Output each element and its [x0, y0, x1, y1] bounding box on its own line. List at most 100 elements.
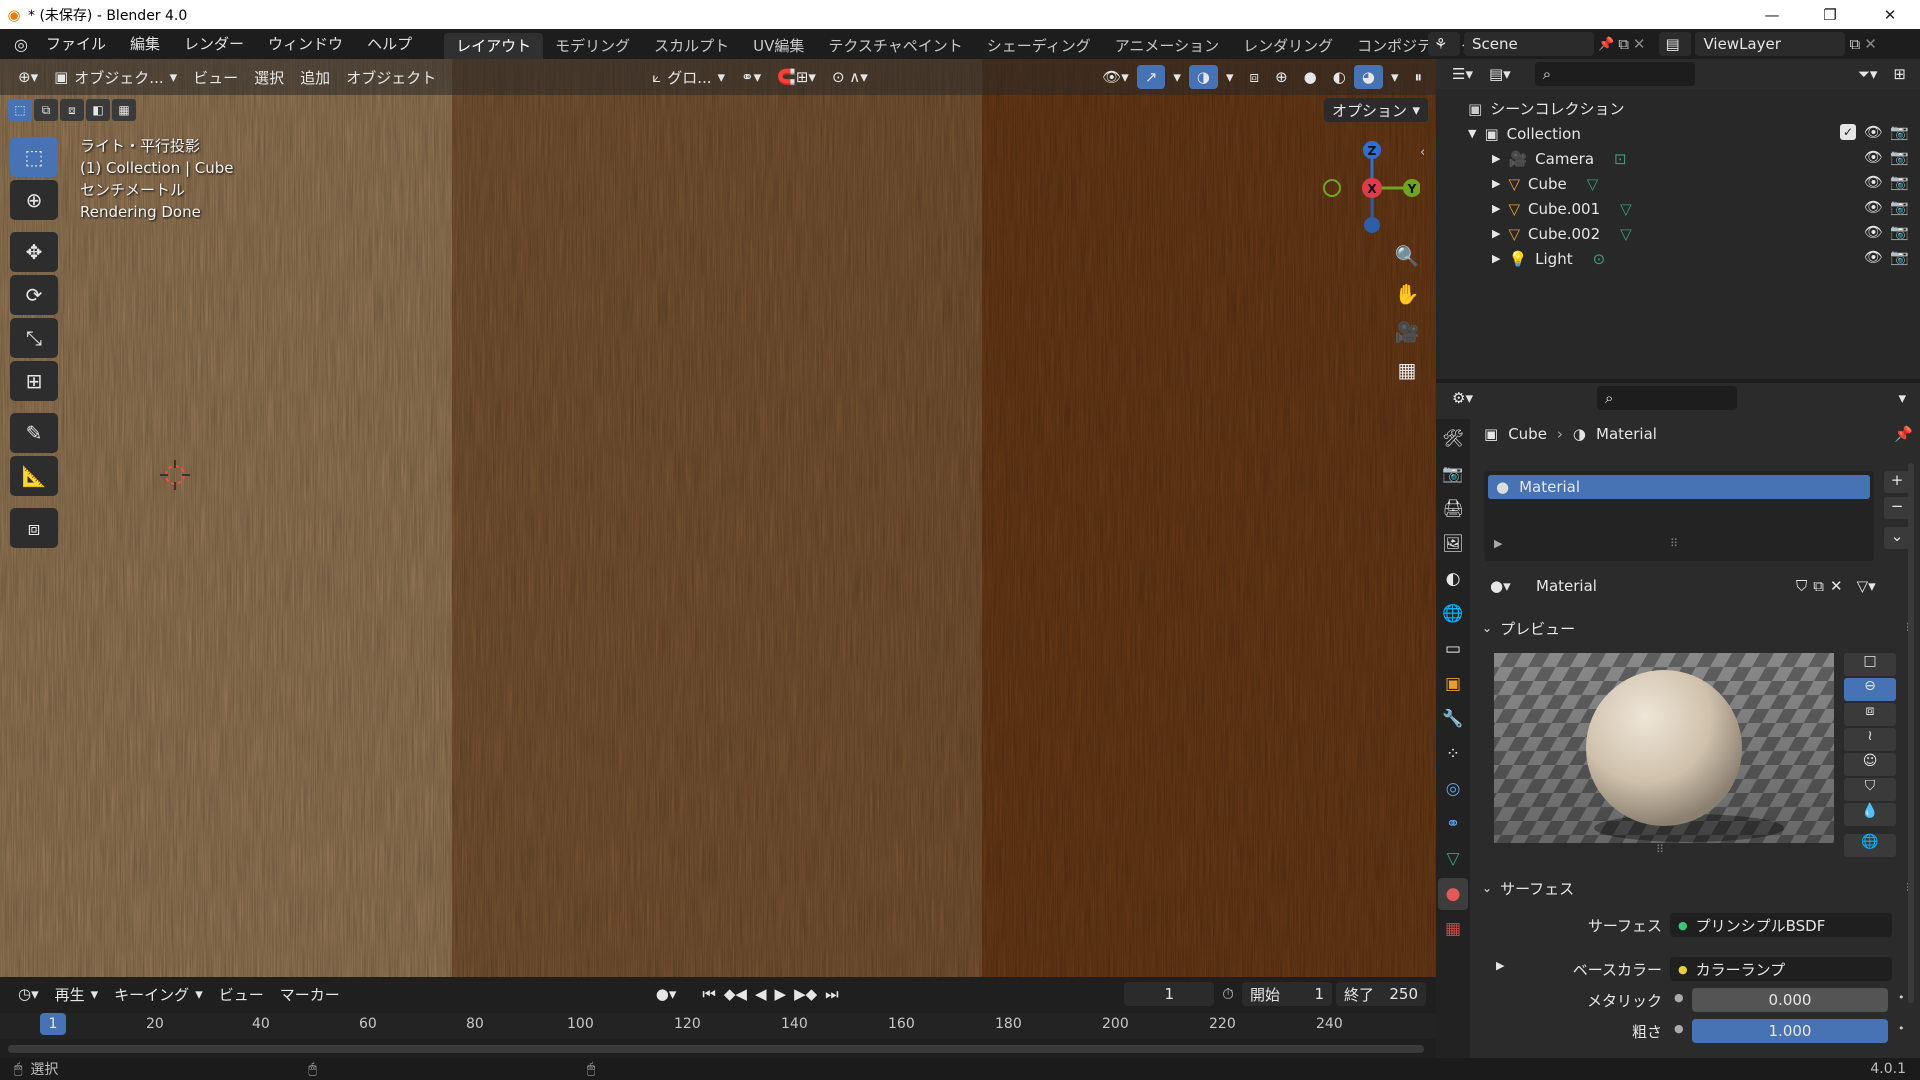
- expand-toggle-icon[interactable]: ▶: [1492, 252, 1500, 265]
- move-tool[interactable]: ✥: [10, 232, 58, 272]
- tab-shading[interactable]: シェーディング: [975, 33, 1103, 59]
- play-reverse-icon[interactable]: ◀: [755, 985, 767, 1003]
- scale-tool[interactable]: ⤡: [10, 318, 58, 358]
- blender-menu-icon[interactable]: ◎: [0, 29, 42, 59]
- select-subtract-icon[interactable]: ⧈: [60, 99, 84, 121]
- visibility-eye-icon[interactable]: 👁: [1864, 223, 1883, 241]
- filter-icon[interactable]: ⏷▾: [1850, 62, 1886, 86]
- menu-help[interactable]: ヘルプ: [355, 29, 424, 59]
- expand-toggle-icon[interactable]: ▶: [1492, 227, 1500, 240]
- delete-view-layer-icon[interactable]: ✕: [1864, 35, 1877, 53]
- mode-selector[interactable]: ▣ オブジェク... ▾: [46, 65, 185, 89]
- display-mode-icon[interactable]: ▤▾: [1481, 62, 1519, 86]
- output-tab-icon[interactable]: 🖨: [1438, 493, 1468, 525]
- preview-cube-icon[interactable]: ⧈: [1844, 703, 1896, 726]
- select-intersect-icon[interactable]: ▦: [112, 99, 136, 121]
- tab-rendering[interactable]: レンダリング: [1231, 33, 1345, 59]
- visibility-eye-icon[interactable]: 👁: [1864, 173, 1883, 191]
- gizmo-toggle[interactable]: ↗: [1136, 65, 1166, 89]
- keyframe-dot-icon[interactable]: •: [1898, 991, 1905, 1004]
- collection-row[interactable]: ▼ ▣ Collection ✓ 👁 📷: [1436, 121, 1920, 146]
- visibility-eye-icon[interactable]: 👁: [1864, 148, 1883, 166]
- metallic-slider[interactable]: 0.000: [1692, 988, 1888, 1012]
- data-tab-icon[interactable]: ▽: [1438, 843, 1468, 875]
- transform-orientation-selector[interactable]: ⟀ グロ... ▾: [644, 65, 733, 89]
- menu-view[interactable]: ビュー: [185, 65, 246, 89]
- minimize-button[interactable]: —: [1742, 0, 1802, 29]
- expand-toggle-icon[interactable]: ▶: [1492, 202, 1500, 215]
- preview-fluid-icon[interactable]: 💧: [1844, 803, 1896, 826]
- properties-scrollbar[interactable]: [1908, 463, 1914, 1003]
- pan-hand-icon[interactable]: ✋: [1390, 277, 1424, 311]
- editor-type-icon[interactable]: ⊕▾: [10, 65, 46, 89]
- navigation-gizmo[interactable]: Z Y X: [1320, 135, 1420, 235]
- zoom-icon[interactable]: 🔍: [1390, 239, 1424, 273]
- timeline-view-menu[interactable]: ビュー: [211, 982, 272, 1006]
- menu-render[interactable]: レンダー: [172, 29, 256, 59]
- scene-collection-row[interactable]: ▣ シーンコレクション: [1436, 96, 1920, 121]
- view-layer-tab-icon[interactable]: 🖼: [1438, 528, 1468, 560]
- render-camera-icon[interactable]: 📷: [1890, 223, 1909, 241]
- menu-window[interactable]: ウィンドウ: [256, 29, 355, 59]
- add-slot-button[interactable]: +: [1884, 471, 1910, 493]
- keying-menu[interactable]: キーイング ▾: [106, 982, 211, 1006]
- next-keyframe-icon[interactable]: ▶◆: [794, 985, 817, 1003]
- preview-range-icon[interactable]: ⏱: [1222, 985, 1234, 1003]
- tab-uv-editing[interactable]: UV編集: [741, 33, 816, 59]
- pin-icon[interactable]: 📌: [1598, 37, 1614, 52]
- unlink-material-icon[interactable]: ✕: [1830, 577, 1843, 595]
- render-camera-icon[interactable]: 📷: [1890, 173, 1909, 191]
- texture-tab-icon[interactable]: ▦: [1438, 913, 1468, 945]
- maximize-button[interactable]: ❐: [1800, 0, 1860, 29]
- duplicate-material-icon[interactable]: ⧉: [1813, 577, 1824, 595]
- close-button[interactable]: ✕: [1860, 0, 1920, 29]
- outliner-item-light[interactable]: ▶ 💡 Light ⊙ 👁 📷: [1436, 246, 1920, 271]
- expand-toggle-icon[interactable]: ▶: [1492, 152, 1500, 165]
- overlay-toggle[interactable]: ◑: [1188, 65, 1219, 89]
- material-name-field[interactable]: Material: [1528, 574, 1790, 598]
- expand-toggle-icon[interactable]: ▶: [1492, 177, 1500, 190]
- transform-tool[interactable]: ⊞: [10, 361, 58, 401]
- render-tab-icon[interactable]: 📷: [1438, 458, 1468, 490]
- outliner-editor-type-icon[interactable]: ☰▾: [1444, 62, 1481, 86]
- browse-material-button[interactable]: ●▾: [1484, 574, 1522, 598]
- new-view-layer-icon[interactable]: ⧉: [1849, 35, 1860, 53]
- visibility-eye-icon[interactable]: 👁: [1864, 248, 1883, 266]
- properties-options-icon[interactable]: ▾: [1890, 386, 1914, 410]
- modifier-tab-icon[interactable]: 🔧: [1438, 703, 1468, 735]
- menu-add[interactable]: 追加: [292, 65, 338, 89]
- material-tab-icon[interactable]: ●: [1438, 878, 1468, 910]
- timeline-editor-type-icon[interactable]: ◷▾: [10, 982, 47, 1006]
- outliner-item-cube-002[interactable]: ▶ ▽ Cube.002 ▽ 👁 📷: [1436, 221, 1920, 246]
- jump-start-icon[interactable]: ⏮: [702, 985, 716, 1003]
- visibility-eye-icon[interactable]: 👁: [1864, 123, 1883, 141]
- roughness-slider[interactable]: 1.000: [1692, 1019, 1888, 1043]
- remove-slot-button[interactable]: −: [1884, 497, 1910, 519]
- render-camera-icon[interactable]: 📷: [1890, 248, 1909, 266]
- select-extend-icon[interactable]: ⧉: [34, 99, 58, 121]
- annotate-tool[interactable]: ✎: [10, 413, 58, 453]
- prev-keyframe-icon[interactable]: ◆◀: [724, 985, 747, 1003]
- menu-file[interactable]: ファイル: [42, 29, 118, 59]
- shading-solid[interactable]: ●: [1296, 65, 1325, 89]
- collection-tab-icon[interactable]: ▭: [1438, 633, 1468, 665]
- play-icon[interactable]: ▶: [775, 985, 787, 1003]
- tab-animation[interactable]: アニメーション: [1103, 33, 1231, 59]
- preview-flat-icon[interactable]: □: [1844, 653, 1896, 676]
- outliner-item-cube-001[interactable]: ▶ ▽ Cube.001 ▽ 👁 📷: [1436, 196, 1920, 221]
- 3d-viewport[interactable]: ⊕▾ ▣ オブジェク... ▾ ビュー 選択 追加 オブジェクト ⟀ グロ... ▾ ⚭…: [0, 59, 1436, 977]
- delete-scene-icon[interactable]: ✕: [1633, 35, 1646, 53]
- preview-world-icon[interactable]: 🌐: [1844, 834, 1896, 857]
- preview-monkey-icon[interactable]: ☺: [1844, 753, 1896, 776]
- timeline-scrollbar[interactable]: [8, 1045, 1424, 1053]
- visibility-selector[interactable]: 👁▾: [1094, 65, 1137, 89]
- material-slot-item[interactable]: ● Material: [1488, 475, 1870, 499]
- snap-toggle[interactable]: 🧲⊞▾: [769, 65, 824, 89]
- proportional-edit-toggle[interactable]: ⊙ ∧▾: [824, 65, 876, 89]
- frame-ruler[interactable]: 1 20 40 60 80 100 120 140 160 180 200 22…: [0, 1013, 1436, 1039]
- link-mode-icon[interactable]: ▽▾: [1857, 577, 1876, 595]
- add-cube-tool[interactable]: ⧈: [10, 508, 58, 548]
- options-dropdown[interactable]: オプション ▾: [1324, 98, 1428, 122]
- scene-name-field[interactable]: Scene: [1464, 32, 1594, 56]
- keyframe-dot-icon[interactable]: •: [1898, 1022, 1905, 1035]
